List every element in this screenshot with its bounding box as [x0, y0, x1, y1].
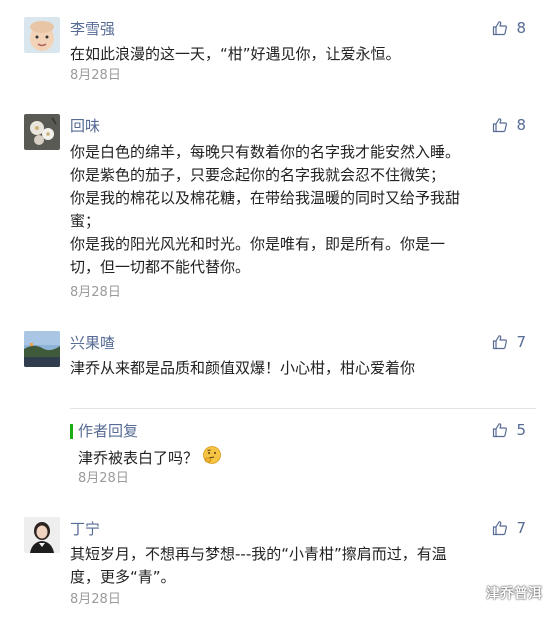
- avatar[interactable]: [24, 17, 60, 53]
- comment-text: 津乔从来都是品质和颜值双爆！小心柑，柑心爱着你: [70, 357, 500, 380]
- thumbs-up-icon: [492, 20, 508, 36]
- thumbs-up-icon: [492, 334, 508, 350]
- watermark-text: 津乔普洱: [486, 586, 542, 602]
- thinking-face-icon: [202, 445, 222, 472]
- like-button[interactable]: 7: [492, 332, 526, 352]
- like-button[interactable]: 8: [492, 115, 526, 135]
- reply-text-body: 津乔被表白了吗？: [78, 449, 199, 467]
- avatar[interactable]: [24, 114, 60, 150]
- commenter-name[interactable]: 丁宁: [70, 519, 100, 539]
- reply-indicator: [70, 424, 73, 439]
- thumbs-up-icon: [492, 117, 508, 133]
- comment-line: 蜜；: [70, 212, 101, 230]
- watermark: 津乔普洱: [458, 582, 542, 604]
- avatar[interactable]: [24, 331, 60, 367]
- comment-line: 你是紫色的茄子，只要念起你的名字我就会忍不住微笑；: [70, 166, 446, 184]
- comment-line: 你是白色的绵羊，每晚只有数着你的名字我才能安然入睡。: [70, 143, 461, 161]
- comment-line: 津乔从来都是品质和颜值双爆！小心柑，柑心爱着你: [70, 359, 416, 377]
- comment-line: 切，但一切都不能代替你。: [70, 258, 251, 276]
- reply-date: 8月28日: [78, 471, 129, 486]
- comment-date: 8月28日: [70, 285, 121, 300]
- wechat-icon: [458, 582, 480, 604]
- comment-section: 李雪强 8 在如此浪漫的这一天，“柑”好遇见你，让爱永恒。 8月28日 回味 8…: [0, 0, 556, 620]
- reply-divider: [70, 408, 536, 409]
- comment-line: 其短岁月，不想再与梦想---我的“小青柑”擦肩而过，有温: [70, 545, 447, 563]
- like-count: 8: [516, 116, 526, 134]
- thumbs-up-icon: [492, 422, 508, 438]
- like-button[interactable]: 8: [492, 18, 526, 38]
- commenter-name[interactable]: 回味: [70, 116, 100, 136]
- like-count: 8: [516, 19, 526, 37]
- like-button[interactable]: 7: [492, 518, 526, 538]
- comment-date: 8月28日: [70, 68, 121, 83]
- comment-text: 你是白色的绵羊，每晚只有数着你的名字我才能安然入睡。 你是紫色的茄子，只要念起你…: [70, 141, 500, 279]
- comment-line: 在如此浪漫的这一天，“柑”好遇见你，让爱永恒。: [70, 45, 401, 63]
- avatar[interactable]: [24, 517, 60, 553]
- reply-like-button[interactable]: 5: [492, 420, 526, 440]
- like-count: 7: [516, 333, 526, 351]
- reply-text: 津乔被表白了吗？: [78, 445, 222, 472]
- comment-date: 8月28日: [70, 592, 121, 607]
- comment-text: 在如此浪漫的这一天，“柑”好遇见你，让爱永恒。: [70, 43, 500, 66]
- commenter-name[interactable]: 兴果喳: [70, 333, 115, 353]
- commenter-name[interactable]: 李雪强: [70, 19, 115, 39]
- like-count: 5: [516, 421, 526, 439]
- author-reply-label: 作者回复: [78, 422, 139, 440]
- thumbs-up-icon: [492, 520, 508, 536]
- comment-line: 你是我的棉花以及棉花糖，在带给我温暖的同时又给予我甜: [70, 189, 461, 207]
- comment-line: 度，更多“青”。: [70, 568, 176, 586]
- comment-text: 其短岁月，不想再与梦想---我的“小青柑”擦肩而过，有温 度，更多“青”。: [70, 543, 500, 589]
- like-count: 7: [516, 519, 526, 537]
- comment-line: 你是我的阳光风光和时光。你是唯有，即是所有。你是一: [70, 235, 446, 253]
